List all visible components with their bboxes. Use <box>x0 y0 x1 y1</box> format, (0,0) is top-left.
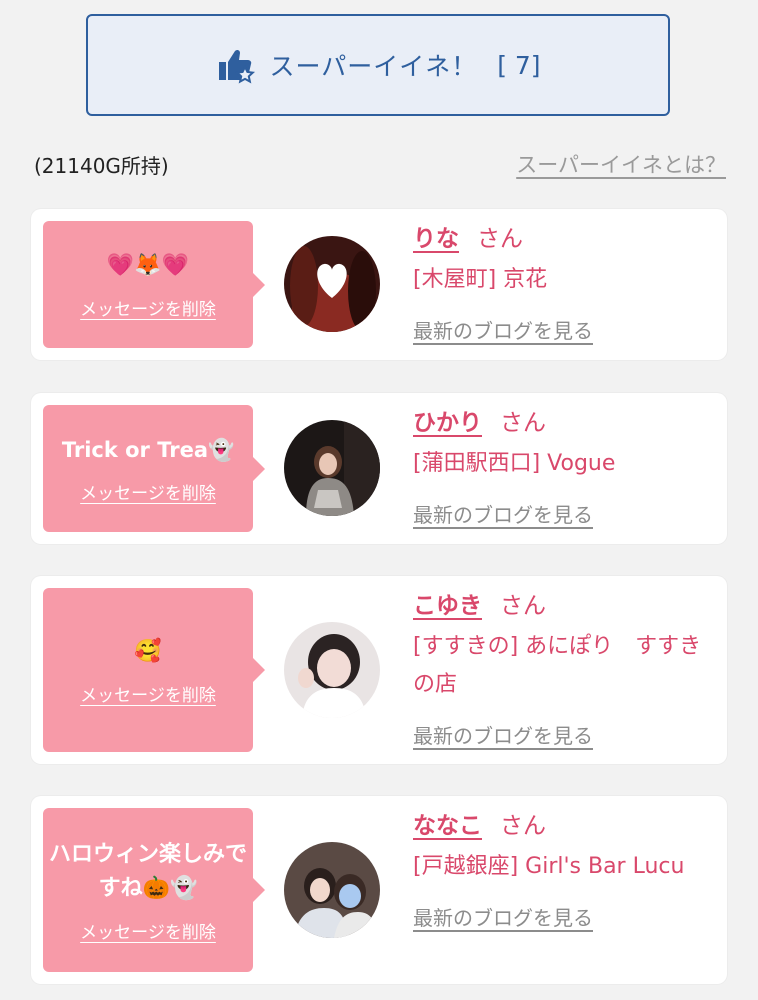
delete-message-link[interactable]: メッセージを削除 <box>80 479 216 504</box>
latest-blog-link[interactable]: 最新のブログを見る <box>413 499 593 528</box>
gold-balance: (21140G所持) <box>34 154 169 178</box>
cast-name-link[interactable]: ひかり <box>413 410 482 436</box>
shop-name: [戸越銀座] Girl's Bar Lucu <box>413 854 685 879</box>
thumbs-up-star-icon <box>219 49 256 84</box>
super-like-button[interactable]: スーパーイイネ！ [ 7] <box>86 14 670 116</box>
delete-message-link[interactable]: メッセージを削除 <box>80 295 216 320</box>
avatar[interactable] <box>284 236 380 332</box>
message-bubble: ハロウィン楽しみですね🎃👻 メッセージを削除 <box>43 808 265 972</box>
message-bubble: 💗🦊💗 メッセージを削除 <box>43 221 265 348</box>
cast-name-link[interactable]: ななこ <box>413 813 482 839</box>
message-text: 💗🦊💗 <box>106 253 190 278</box>
message-text: ハロウィン楽しみですね🎃👻 <box>49 841 248 901</box>
cast-info: ななこ さん [戸越銀座] Girl's Bar Lucu 最新のブログを見る <box>413 810 713 931</box>
cast-name-link[interactable]: りな <box>413 226 459 252</box>
message-text: 🥰 <box>134 638 162 664</box>
avatar[interactable] <box>284 420 380 516</box>
message-card: Trick or Trea👻 メッセージを削除 ひかり さん [蒲田駅西口] Vo… <box>31 393 727 544</box>
latest-blog-link[interactable]: 最新のブログを見る <box>413 315 593 344</box>
avatar[interactable] <box>284 622 380 718</box>
avatar[interactable] <box>284 842 380 938</box>
cast-name-link[interactable]: こゆき <box>413 593 482 619</box>
message-text: Trick or Trea👻 <box>61 438 235 462</box>
super-like-label: スーパーイイネ！ <box>269 52 478 81</box>
message-card: 🥰 メッセージを削除 こゆき さん [すすきの] あにぽり すすきの店 最新のブロ… <box>31 576 727 764</box>
super-like-count: [ 7] <box>497 50 541 80</box>
about-super-like-link[interactable]: スーパーイイネとは？ <box>516 149 726 179</box>
latest-blog-link[interactable]: 最新のブログを見る <box>413 902 593 931</box>
delete-message-link[interactable]: メッセージを削除 <box>80 681 216 706</box>
honorific: さん <box>500 813 546 839</box>
delete-message-link[interactable]: メッセージを削除 <box>80 918 216 943</box>
message-bubble: Trick or Trea👻 メッセージを削除 <box>43 405 265 532</box>
cast-info: ひかり さん [蒲田駅西口] Vogue 最新のブログを見る <box>413 407 713 528</box>
message-card: 💗🦊💗 メッセージを削除 りな さん [木屋町] 京花 最新のブログを見る <box>31 209 727 360</box>
message-bubble: 🥰 メッセージを削除 <box>43 588 265 752</box>
latest-blog-link[interactable]: 最新のブログを見る <box>413 720 593 749</box>
cast-info: こゆき さん [すすきの] あにぽり すすきの店 最新のブログを見る <box>413 590 713 749</box>
shop-name: [木屋町] 京花 <box>413 267 548 292</box>
honorific: さん <box>500 593 546 619</box>
honorific: さん <box>477 226 523 252</box>
cast-info: りな さん [木屋町] 京花 最新のブログを見る <box>413 223 713 344</box>
shop-name: [蒲田駅西口] Vogue <box>413 451 616 476</box>
message-card: ハロウィン楽しみですね🎃👻 メッセージを削除 ななこ さん [戸越銀座] Girl… <box>31 796 727 984</box>
shop-name: [すすきの] あにぽり すすきの店 <box>413 634 702 697</box>
honorific: さん <box>500 410 546 436</box>
